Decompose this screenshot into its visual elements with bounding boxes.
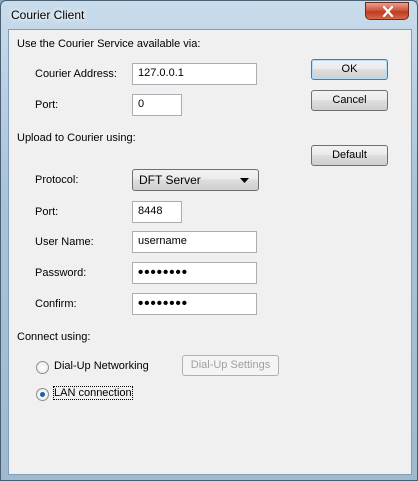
default-label: Default [332,149,367,161]
close-icon [382,6,394,17]
confirm-label: Confirm: [35,298,77,310]
protocol-value: DFT Server [139,173,201,187]
window-title: Courier Client [11,8,85,22]
close-button[interactable] [365,2,409,20]
confirm-input[interactable]: •••••••• [132,293,257,315]
courier-address-label: Courier Address: [35,68,117,80]
cancel-button[interactable]: Cancel [311,90,388,111]
dialog-body: Use the Courier Service available via: C… [8,29,412,475]
title-bar[interactable]: Courier Client [1,1,417,29]
connect-heading: Connect using: [17,331,91,343]
lan-label[interactable]: LAN connection [53,386,133,400]
ok-label: OK [341,63,358,75]
cancel-label: Cancel [332,94,367,106]
username-input[interactable]: username [132,231,257,253]
ok-button[interactable]: OK [311,59,388,80]
default-button[interactable]: Default [311,145,388,166]
password-input[interactable]: •••••••• [132,262,257,284]
dialup-radio[interactable] [36,361,49,374]
protocol-label: Protocol: [35,174,79,186]
courier-address-input[interactable]: 127.0.0.1 [132,63,257,85]
service-port-input[interactable]: 0 [132,94,182,116]
username-label: User Name: [35,236,94,248]
window-frame: Courier Client Use the Courier Service a… [0,0,418,481]
password-label: Password: [35,267,87,279]
upload-heading: Upload to Courier using: [17,132,136,144]
dialup-label[interactable]: Dial-Up Networking [54,360,149,372]
service-heading: Use the Courier Service available via: [17,38,201,50]
dialup-settings-label: Dial-Up Settings [190,359,271,371]
upload-port-label: Port: [35,206,59,218]
service-port-label: Port: [35,99,59,111]
dialup-settings-button[interactable]: Dial-Up Settings [182,355,279,376]
chevron-down-icon [240,178,249,183]
upload-port-input[interactable]: 8448 [132,201,182,223]
protocol-select[interactable]: DFT Server [132,169,259,191]
lan-radio[interactable] [36,388,49,401]
